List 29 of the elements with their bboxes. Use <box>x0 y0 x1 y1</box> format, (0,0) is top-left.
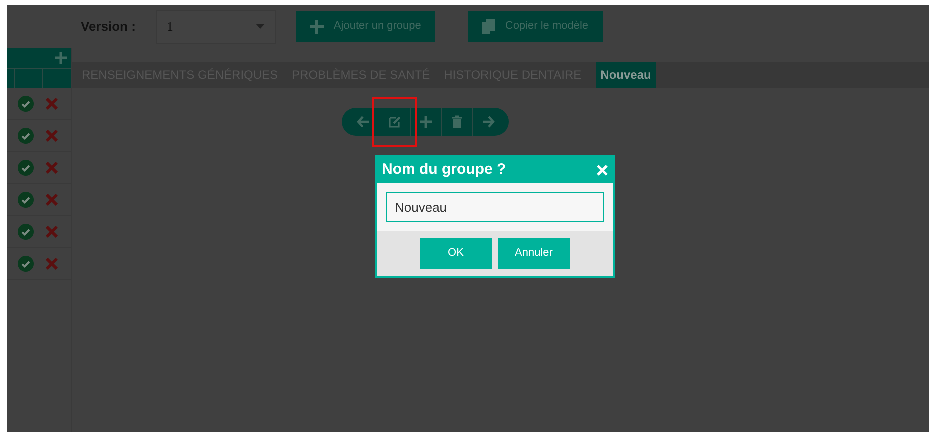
close-icon[interactable] <box>46 194 58 206</box>
check-circle-icon[interactable] <box>18 256 34 272</box>
plus-icon <box>310 20 324 34</box>
check-circle-icon[interactable] <box>18 192 34 208</box>
right-arrow-icon <box>481 115 495 129</box>
edit-icon <box>388 115 402 129</box>
plus-icon[interactable] <box>55 52 67 64</box>
check-circle-icon[interactable] <box>18 96 34 112</box>
close-icon[interactable] <box>46 130 58 142</box>
copy-icon <box>482 19 496 34</box>
check-circle-icon[interactable] <box>18 160 34 176</box>
check-circle-icon[interactable] <box>18 224 34 240</box>
caret-icon <box>256 24 265 29</box>
add-group-button[interactable]: Ajouter un groupe <box>296 11 436 42</box>
left-arrow-icon <box>356 115 370 129</box>
check-circle-icon[interactable] <box>18 128 34 144</box>
edit-button[interactable] <box>372 97 417 147</box>
tab[interactable]: Nouveau <box>596 62 656 88</box>
ok-button[interactable]: OK <box>420 238 492 269</box>
close-icon[interactable] <box>46 98 58 110</box>
plus-icon <box>419 115 433 129</box>
trash-icon <box>450 115 464 129</box>
close-icon[interactable] <box>46 258 58 270</box>
cancel-button[interactable]: Annuler <box>498 238 570 269</box>
group-name-field[interactable]: Nouveau <box>386 192 604 222</box>
copy-button[interactable]: Copier le modèle <box>468 11 603 42</box>
dialog-title: Nom du groupe ? <box>382 160 506 180</box>
close-icon[interactable] <box>46 162 58 174</box>
close-icon[interactable] <box>46 226 58 238</box>
